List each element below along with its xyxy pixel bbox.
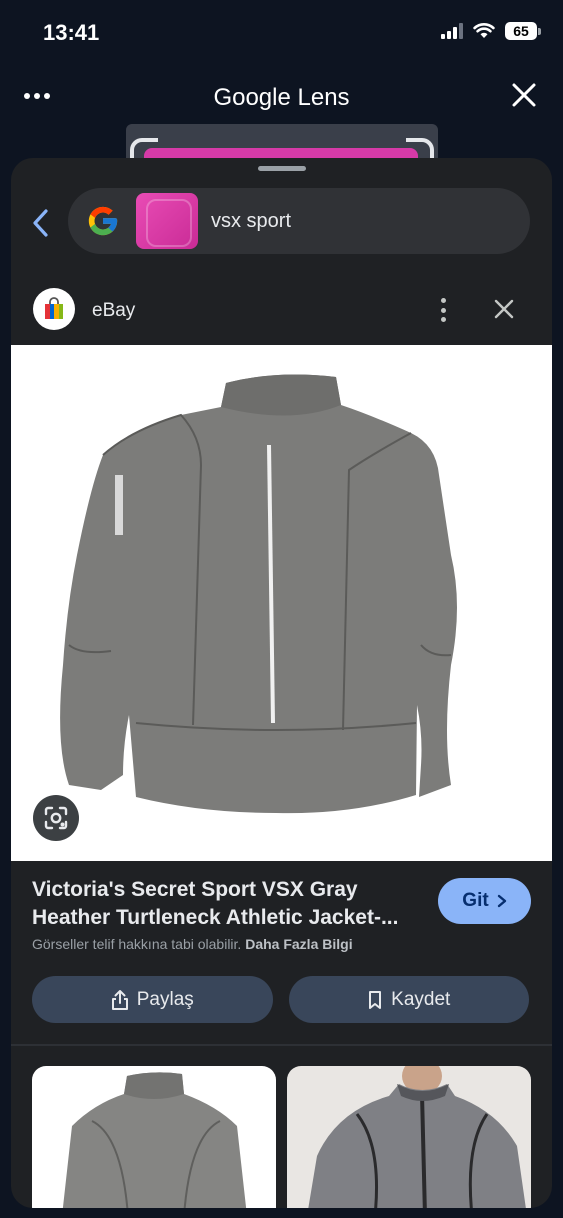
related-result-card[interactable] (32, 1066, 276, 1208)
page-title: Google Lens (213, 84, 350, 111)
battery-level: 65 (505, 22, 537, 40)
share-button[interactable]: Paylaş (32, 976, 273, 1023)
google-g-icon (88, 206, 118, 236)
save-button[interactable]: Kaydet (288, 976, 529, 1023)
jacket-illustration (60, 374, 457, 814)
more-info-link[interactable]: Daha Fazla Bilgi (245, 936, 352, 952)
copyright-notice: Görseller telif hakkına tabi olabilir. D… (32, 936, 353, 952)
status-time: 13:41 (43, 20, 100, 45)
divider (11, 1044, 552, 1046)
source-name[interactable]: eBay (92, 300, 135, 322)
product-image[interactable] (11, 345, 552, 861)
kebab-icon[interactable] (435, 298, 451, 322)
drag-handle[interactable] (258, 166, 306, 171)
battery-icon: 65 (505, 22, 541, 40)
result-title[interactable]: Victoria's Secret Sport VSX Gray Heather… (32, 876, 412, 932)
share-icon (111, 989, 128, 1010)
status-icons: 65 (441, 22, 541, 40)
go-button[interactable]: Git (438, 878, 531, 924)
chevron-right-icon (497, 894, 506, 908)
results-sheet: vsx sport eBay Victoria's Secret Sport V… (11, 158, 552, 1208)
shopping-bag-icon (33, 288, 75, 330)
back-arrow-icon[interactable] (29, 206, 53, 240)
query-thumbnail[interactable] (136, 193, 198, 249)
search-query: vsx sport (211, 210, 292, 232)
wifi-icon (473, 23, 495, 38)
related-result-card[interactable] (287, 1066, 531, 1208)
status-bar: 13:41 65 (0, 0, 563, 66)
lens-header: Google Lens (0, 70, 563, 124)
action-buttons: Paylaş Kaydet (32, 976, 529, 1024)
search-row: vsx sport (11, 188, 552, 256)
cell-signal-icon (441, 23, 463, 39)
bookmark-icon (369, 990, 382, 1009)
search-bar[interactable]: vsx sport (68, 188, 530, 254)
close-icon[interactable] (511, 82, 537, 108)
close-icon[interactable] (493, 298, 515, 320)
source-row: eBay (11, 286, 552, 346)
lens-search-icon[interactable] (33, 795, 79, 841)
